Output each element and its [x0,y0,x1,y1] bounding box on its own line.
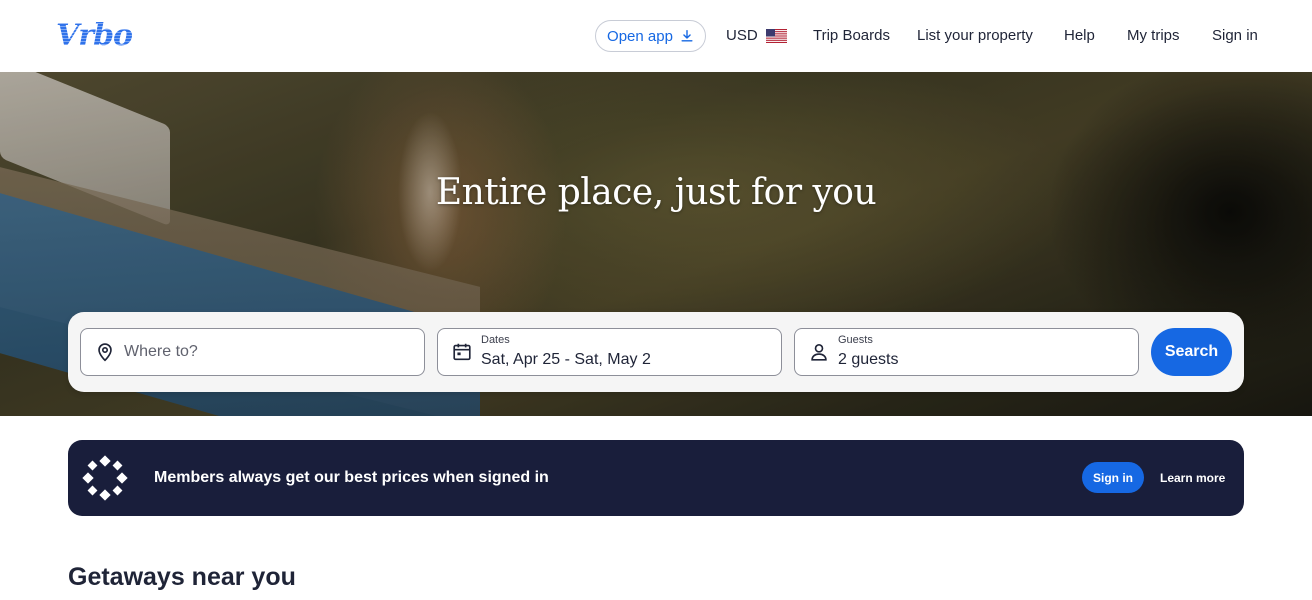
nav-help[interactable]: Help [1064,26,1095,46]
top-header: Vrbo Open app USD Trip Boards List your … [0,0,1312,72]
download-icon [681,30,693,42]
members-sign-in-button[interactable]: Sign in [1082,462,1144,493]
currency-selector[interactable]: USD [726,26,787,46]
learn-more-link[interactable]: Learn more [1160,470,1225,486]
nav-sign-in[interactable]: Sign in [1212,26,1258,46]
guests-label: Guests [838,334,873,347]
section-title: Getaways near you [68,563,296,591]
destination-field[interactable]: Where to? [80,328,425,376]
open-app-button[interactable]: Open app [595,20,706,52]
search-button[interactable]: Search [1151,328,1232,376]
person-icon [808,341,830,363]
members-banner: Members always get our best prices when … [68,440,1244,516]
guests-value: 2 guests [838,351,899,369]
us-flag-icon [765,29,787,43]
dates-label: Dates [481,334,510,347]
vrbo-logo[interactable]: Vrbo [56,18,133,54]
nav-trip-boards[interactable]: Trip Boards [813,26,890,46]
hero-title: Entire place, just for you [435,172,877,213]
open-app-label: Open app [607,27,673,45]
guests-field[interactable]: Guests 2 guests [794,328,1139,376]
nav-list-your-property[interactable]: List your property [917,26,1033,46]
members-badge-icon [82,455,128,501]
nav-my-trips[interactable]: My trips [1127,26,1180,46]
dates-field[interactable]: Dates Sat, Apr 25 - Sat, May 2 [437,328,782,376]
location-pin-icon [94,341,116,363]
calendar-icon [451,341,473,363]
currency-label: USD [726,27,758,44]
destination-placeholder: Where to? [124,343,198,360]
dates-value: Sat, Apr 25 - Sat, May 2 [481,351,651,369]
search-form: Where to? Dates Sat, Apr 25 - Sat, May 2… [68,312,1244,392]
members-message: Members always get our best prices when … [154,469,549,486]
